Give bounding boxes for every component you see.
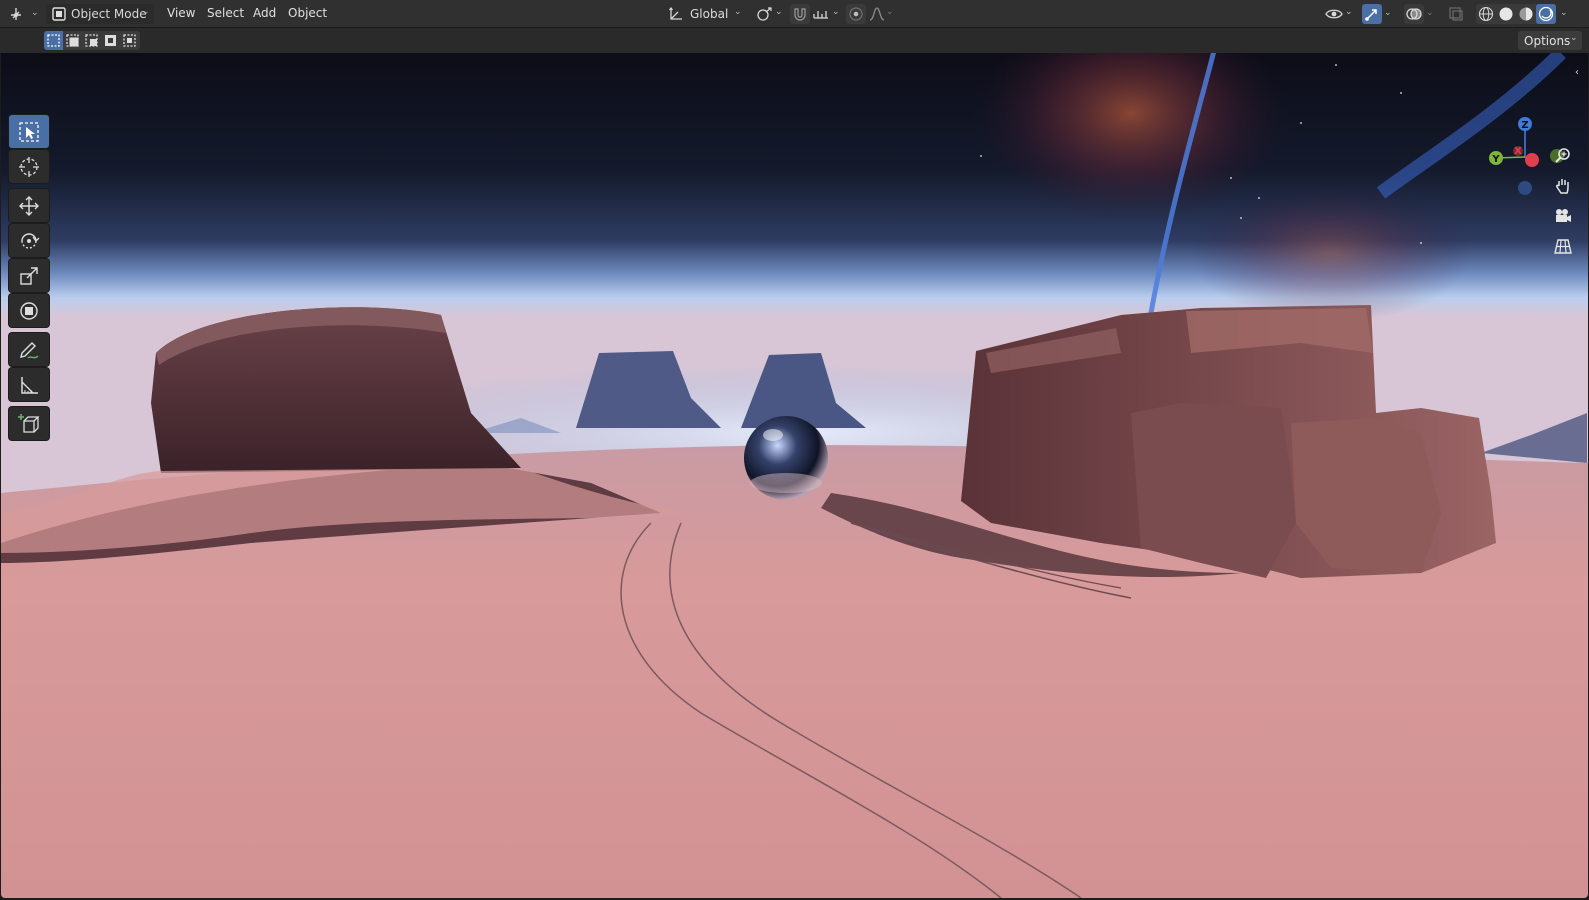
transform-orientation-label: Global bbox=[690, 7, 729, 21]
magnet-icon bbox=[794, 8, 806, 21]
shading-modes bbox=[1476, 4, 1556, 24]
grid-ortho-icon bbox=[1554, 239, 1572, 254]
gizmo-toggle[interactable] bbox=[1362, 4, 1382, 24]
select-mode-subtract[interactable] bbox=[82, 31, 101, 50]
gizmo-menu-chevron[interactable]: ⌄ bbox=[1384, 8, 1392, 18]
menu-object[interactable]: Object bbox=[288, 6, 327, 20]
select-mode-difference[interactable] bbox=[101, 31, 120, 50]
overlays-menu-chevron[interactable]: ⌄ bbox=[1426, 8, 1434, 18]
axis-y-label: Y bbox=[1491, 154, 1500, 165]
chevron-down-icon: ⌄ bbox=[1345, 7, 1353, 17]
overlays-toggle[interactable] bbox=[1404, 4, 1424, 24]
chevron-down-icon: ⌄ bbox=[734, 7, 742, 17]
chevron-down-icon: ⌄ bbox=[832, 7, 840, 17]
proportional-editing-toggle[interactable] bbox=[846, 4, 866, 24]
editor-type-button[interactable]: ⌄ bbox=[10, 4, 40, 24]
visibility-button[interactable]: ⌄ bbox=[1325, 4, 1355, 24]
ortho-toggle-button[interactable] bbox=[1550, 233, 1576, 259]
options-label: Options bbox=[1524, 33, 1571, 48]
tool-add-cube[interactable] bbox=[9, 407, 49, 440]
menu-add[interactable]: Add bbox=[253, 6, 276, 20]
xray-toggle[interactable] bbox=[1446, 4, 1466, 24]
shading-menu-chevron[interactable]: ⌄ bbox=[1560, 8, 1568, 18]
tool-annotate[interactable] bbox=[9, 333, 49, 366]
tool-measure[interactable] bbox=[9, 368, 49, 401]
select-mode-set[interactable] bbox=[44, 31, 63, 50]
tool-transform[interactable] bbox=[9, 294, 49, 327]
axis-x-label: X bbox=[1514, 146, 1522, 157]
solid-shading-icon[interactable] bbox=[1499, 7, 1513, 21]
tool-cursor[interactable] bbox=[9, 150, 49, 183]
camera-button[interactable] bbox=[1550, 203, 1576, 229]
zoom-button[interactable] bbox=[1550, 143, 1576, 169]
falloff-curve-icon bbox=[869, 7, 885, 21]
material-preview-shading-icon[interactable] bbox=[1519, 7, 1533, 21]
select-subtract-icon bbox=[85, 34, 98, 47]
sidebar-toggle-icon[interactable]: ‹ bbox=[1575, 67, 1579, 78]
options-dropdown[interactable]: Options ⌄ bbox=[1518, 31, 1582, 50]
select-difference-icon bbox=[105, 35, 116, 46]
object-mode-icon bbox=[52, 7, 66, 21]
3d-viewport[interactable]: Z Y X ‹ bbox=[1, 53, 1588, 898]
axis-z-label: Z bbox=[1521, 120, 1528, 131]
cursor-icon bbox=[19, 156, 39, 177]
hand-icon bbox=[1556, 179, 1569, 194]
wireframe-shading-icon[interactable] bbox=[1478, 6, 1494, 22]
select-set-icon bbox=[47, 34, 60, 47]
mode-select[interactable]: Object Mode ⌄ bbox=[46, 4, 154, 24]
xray-icon bbox=[1449, 7, 1463, 21]
move-icon bbox=[19, 195, 39, 216]
tool-select-box[interactable] bbox=[9, 115, 49, 148]
pivot-point-icon bbox=[757, 7, 772, 21]
annotate-pencil-icon bbox=[20, 341, 39, 359]
snap-toggle[interactable] bbox=[790, 4, 810, 24]
tool-scale[interactable] bbox=[9, 259, 49, 292]
tool-move[interactable] bbox=[9, 189, 49, 222]
camera-icon bbox=[1556, 209, 1571, 222]
tool-rotate[interactable] bbox=[9, 224, 49, 257]
falloff-button[interactable]: ⌄ bbox=[868, 4, 894, 24]
rotate-icon bbox=[21, 232, 40, 249]
orientation-axes-icon bbox=[669, 7, 682, 20]
select-mode-extend[interactable] bbox=[63, 31, 82, 50]
menu-view[interactable]: View bbox=[167, 6, 195, 20]
select-extend-icon bbox=[66, 34, 79, 47]
select-box-icon bbox=[19, 121, 39, 142]
transform-orientation-select[interactable]: Global ⌄ bbox=[668, 4, 748, 24]
proportional-editing-icon bbox=[849, 7, 863, 21]
add-cube-icon bbox=[18, 413, 40, 433]
chevron-down-icon: ⌄ bbox=[775, 7, 783, 17]
measure-ruler-icon bbox=[21, 376, 38, 394]
snap-increment-icon bbox=[813, 11, 828, 19]
mode-select-label: Object Mode bbox=[71, 7, 147, 21]
viewport-header: ⌄ Object Mode ⌄ View Select Add Object G… bbox=[0, 0, 1589, 28]
chevron-down-icon: ⌄ bbox=[1570, 33, 1578, 43]
pivot-point-button[interactable]: ⌄ bbox=[756, 4, 784, 24]
select-intersect-icon bbox=[123, 34, 136, 47]
axis-neg-z-icon[interactable] bbox=[1518, 181, 1532, 195]
snap-target-button[interactable]: ⌄ bbox=[812, 4, 842, 24]
gizmo-icon bbox=[1365, 9, 1377, 21]
axis-x-icon[interactable] bbox=[1525, 153, 1539, 167]
3d-viewport-icon bbox=[11, 8, 21, 20]
chevron-down-icon: ⌄ bbox=[31, 8, 39, 18]
shading-mode-icons bbox=[1478, 4, 1556, 24]
pan-button[interactable] bbox=[1550, 173, 1576, 199]
select-mode-intersect[interactable] bbox=[120, 31, 139, 50]
overlays-icon bbox=[1406, 8, 1422, 20]
menu-select[interactable]: Select bbox=[207, 6, 244, 20]
tool-settings-bar: Options ⌄ bbox=[0, 28, 1589, 53]
scale-icon bbox=[20, 266, 38, 285]
selection-mode-buttons bbox=[44, 31, 140, 50]
chevron-down-icon: ⌄ bbox=[142, 7, 150, 17]
hdri-desert-scene bbox=[1, 53, 1588, 898]
eye-icon bbox=[1325, 9, 1343, 19]
zoom-magnifier-icon bbox=[1555, 148, 1570, 163]
transform-icon bbox=[20, 301, 38, 320]
chevron-down-icon: ⌄ bbox=[886, 7, 894, 17]
